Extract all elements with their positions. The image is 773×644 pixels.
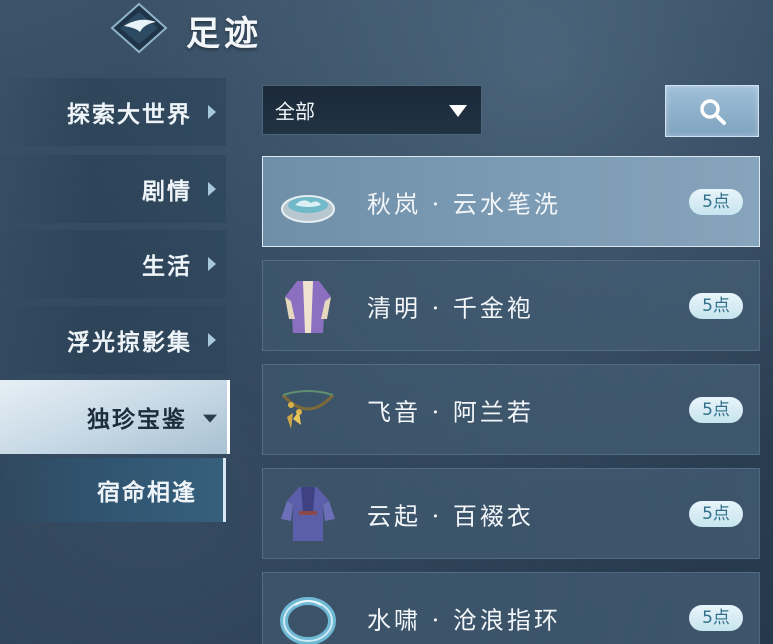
points-badge: 5点 bbox=[689, 292, 743, 319]
dropdown-selected-value: 全部 bbox=[275, 99, 315, 124]
chevron-down-icon bbox=[203, 414, 217, 423]
list-item[interactable]: 清明 · 千金袍 5点 bbox=[262, 260, 760, 351]
sidebar-item-label: 宿命相逢 bbox=[97, 479, 197, 506]
sidebar-item-story[interactable]: 剧情 bbox=[0, 155, 226, 223]
sidebar-subitem-fated-encounter[interactable]: 宿命相逢 bbox=[0, 458, 226, 522]
page-title: 足迹 bbox=[186, 14, 262, 54]
search-button[interactable] bbox=[665, 85, 759, 137]
item-name: 秋岚 · 云水笔洗 bbox=[367, 190, 561, 218]
sidebar-item-label: 剧情 bbox=[142, 178, 192, 205]
page-header: 足迹 bbox=[108, 0, 428, 58]
sidebar-item-life[interactable]: 生活 bbox=[0, 230, 226, 298]
sidebar-item-label: 浮光掠影集 bbox=[67, 329, 192, 356]
sidebar-item-label: 生活 bbox=[142, 253, 192, 280]
sidebar-item-treasures[interactable]: 独珍宝鉴 bbox=[0, 380, 230, 454]
points-badge: 5点 bbox=[689, 500, 743, 527]
points-badge: 5点 bbox=[689, 188, 743, 215]
garment-icon bbox=[281, 487, 335, 541]
item-name: 飞音 · 阿兰若 bbox=[367, 398, 534, 426]
chevron-right-icon bbox=[208, 333, 216, 347]
points-badge: 5点 bbox=[689, 396, 743, 423]
sidebar-item-explore-world[interactable]: 探索大世界 bbox=[0, 78, 226, 146]
sidebar-item-label: 探索大世界 bbox=[67, 101, 192, 128]
item-name: 清明 · 千金袍 bbox=[367, 294, 534, 322]
list-item[interactable]: 云起 · 百裰衣 5点 bbox=[262, 468, 760, 559]
dropdown-arrow-icon bbox=[449, 105, 467, 117]
necklace-icon bbox=[281, 390, 335, 429]
chevron-right-icon bbox=[208, 182, 216, 196]
chevron-right-icon bbox=[208, 105, 216, 119]
item-name: 云起 · 百裰衣 bbox=[367, 502, 534, 530]
list-item[interactable]: 飞音 · 阿兰若 5点 bbox=[262, 364, 760, 455]
ring-icon bbox=[280, 597, 336, 644]
category-filter-dropdown[interactable]: 全部 bbox=[262, 85, 482, 135]
sidebar-item-glimpses[interactable]: 浮光掠影集 bbox=[0, 306, 226, 374]
sidebar-item-label: 独珍宝鉴 bbox=[87, 406, 187, 433]
brush-washer-icon bbox=[281, 195, 335, 223]
search-icon bbox=[700, 99, 726, 125]
chevron-right-icon bbox=[208, 257, 216, 271]
robe-icon bbox=[285, 281, 331, 333]
item-name: 水啸 · 沧浪指环 bbox=[367, 606, 561, 634]
list-item[interactable]: 秋岚 · 云水笔洗 5点 bbox=[262, 156, 760, 247]
list-item[interactable]: 水啸 · 沧浪指环 5点 bbox=[262, 572, 760, 644]
emblem-icon bbox=[110, 2, 168, 54]
points-badge: 5点 bbox=[689, 604, 743, 631]
